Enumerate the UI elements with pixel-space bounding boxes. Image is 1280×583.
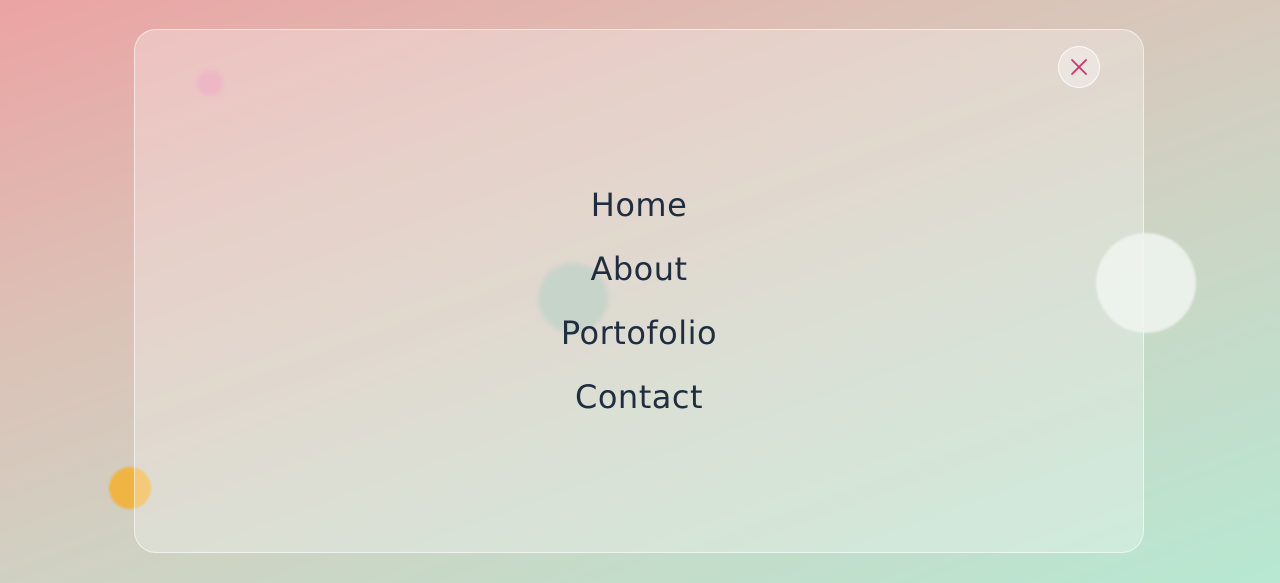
decorative-blob-white (1096, 233, 1196, 333)
main-nav: Home About Portofolio Contact (135, 173, 1143, 429)
nav-item-about[interactable]: About (590, 237, 687, 301)
nav-item-contact[interactable]: Contact (575, 365, 703, 429)
nav-item-home[interactable]: Home (591, 173, 688, 237)
close-icon (1070, 58, 1088, 76)
menu-panel: Home About Portofolio Contact (134, 29, 1144, 553)
nav-item-portofolio[interactable]: Portofolio (561, 301, 717, 365)
close-button[interactable] (1058, 46, 1100, 88)
